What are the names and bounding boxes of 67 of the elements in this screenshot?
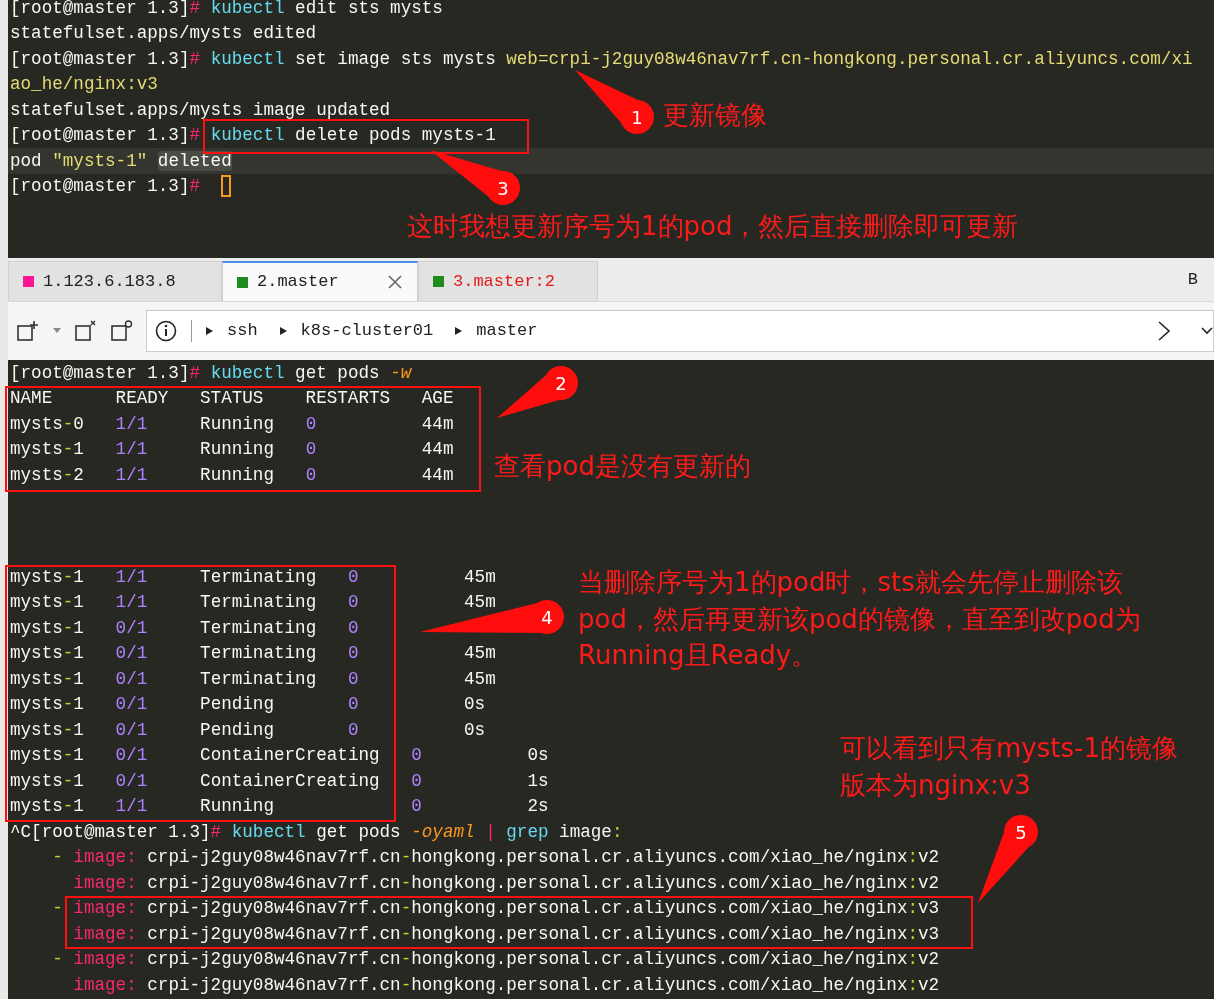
terminal-text: image: crpi-j2guy08w46nav7rf.cn-hongkong.personal.cr.aliyuncs.com/xiao_he/nginx:v2 [73, 848, 940, 867]
tab[interactable]: 3.master:2 [418, 261, 598, 301]
caret-icon[interactable] [52, 327, 62, 335]
terminal-text: image: crpi-j2guy08w46nav7rf.cn-hongkong.personal.cr.aliyuncs.com/xiao_he/nginx:v3 [73, 899, 940, 918]
chevron-right-icon[interactable] [1157, 320, 1171, 342]
terminal-text: kubectl delete pods mysts-1 [210, 126, 496, 145]
terminal-text: mysts-2 1/1 Running 0 44m [10, 465, 454, 484]
terminal-text: mysts-1 0/1 Terminating 0 [10, 618, 359, 637]
tab[interactable]: 1.123.6.183.8 [8, 261, 222, 301]
terminal-text: kubectl get pods -oyaml | grep image: [231, 822, 623, 841]
tab-bar-label: B [1187, 268, 1198, 291]
terminal-text: ao_he/nginx:v3 [10, 75, 158, 94]
terminal-text: image: crpi-j2guy08w46nav7rf.cn-hongkong.personal.cr.aliyuncs.com/xiao_he/nginx:v2 [73, 873, 940, 892]
terminal-text: mysts-0 1/1 Running 0 44m [10, 414, 454, 433]
callout-number: 4 [541, 606, 553, 628]
annotation-text: 更新镜像 [663, 99, 767, 132]
list-bullet: - [52, 899, 63, 918]
list-bullet: - [52, 950, 63, 969]
terminal-text: kubectl get pods -w [210, 363, 412, 382]
terminal-text: kubectl set image sts mysts web=crpi-j2guy08w46nav7rf.cn-hongkong.personal.cr.aliyuncs.com/xi [210, 49, 1193, 68]
callout-number: 1 [631, 106, 643, 128]
terminal-text: mysts-1 0/1 Pending 0 0s [10, 695, 486, 714]
breadcrumb-item[interactable]: k8s-cluster01 [300, 318, 442, 344]
terminal-text: image: crpi-j2guy08w46nav7rf.cn-hongkong.personal.cr.aliyuncs.com/xiao_he/nginx:v2 [73, 975, 940, 994]
shell-prompt: [root@master 1.3]# [10, 0, 201, 17]
shell-prompt: [root@master 1.3]# [10, 177, 201, 196]
duplicate-tab-icon[interactable] [74, 320, 98, 342]
chevron-down-icon[interactable] [1201, 327, 1213, 335]
callout-number: 5 [1015, 821, 1027, 843]
terminal-text: image: crpi-j2guy08w46nav7rf.cn-hongkong.personal.cr.aliyuncs.com/xiao_he/nginx:v3 [73, 924, 940, 943]
new-tab-icon[interactable] [16, 320, 40, 342]
terminal-text: image: crpi-j2guy08w46nav7rf.cn-hongkong.personal.cr.aliyuncs.com/xiao_he/nginx:v2 [73, 950, 940, 969]
terminal-text: mysts-1 1/1 Terminating 0 45m [10, 567, 496, 586]
terminal-text: kubectl edit sts mysts [210, 0, 443, 17]
breadcrumb-item[interactable]: ssh [227, 318, 266, 344]
terminal-text: mysts-1 1/1 Terminating 0 45m [10, 593, 496, 612]
annotation-text: 查看pod是没有更新的 [494, 450, 751, 483]
list-bullet: - [52, 848, 63, 867]
tab-settings-icon[interactable] [110, 320, 134, 342]
tab[interactable]: 2.master [222, 261, 418, 301]
breadcrumb-arrow-icon [206, 327, 213, 335]
terminal-text: mysts-1 0/1 Pending 0 0s [10, 720, 486, 739]
terminal-text: mysts-1 0/1 ContainerCreating 0 1s [10, 771, 549, 790]
breadcrumb-arrow-icon [455, 327, 463, 335]
shell-prompt: ^C[root@master 1.3]# [10, 822, 222, 841]
terminal-text: mysts-1 1/1 Running 0 2s [10, 797, 549, 816]
terminal-text: mysts-1 0/1 Terminating 0 45m [10, 644, 496, 663]
callout-number: 3 [497, 177, 509, 199]
breadcrumb-arrow-icon [279, 327, 287, 335]
terminal-text: NAME READY STATUS RESTARTS AGE [10, 389, 454, 408]
annotation-text: 当删除序号为1的pod时，sts就会先停止删除该pod，然后再更新该pod的镜像，直至到改pod为Running且Ready。 [578, 566, 1142, 672]
terminal-text: mysts-1 0/1 ContainerCreating 0 0s [10, 746, 549, 765]
terminal-text: statefulset.apps/mysts image updated [10, 100, 391, 119]
breadcrumb-item[interactable]: master [476, 318, 546, 344]
shell-prompt: [root@master 1.3]# [10, 126, 201, 145]
info-icon[interactable] [155, 320, 177, 342]
terminal-text: mysts-1 0/1 Terminating 0 45m [10, 669, 496, 688]
shell-prompt: [root@master 1.3]# [10, 363, 201, 382]
address-bar[interactable]: ssh k8s-cluster01 master [146, 310, 1214, 352]
terminal-text: pod "mysts-1" deleted [10, 151, 232, 170]
annotation-text: 这时我想更新序号为1的pod，然后直接删除即可更新 [407, 210, 1019, 243]
close-icon[interactable] [387, 274, 403, 290]
terminal-text: mysts-1 1/1 Running 0 44m [10, 440, 454, 459]
annotation-text: 可以看到只有mysts-1的镜像版本为nginx:v3 [840, 732, 1179, 802]
terminal-text: statefulset.apps/mysts edited [10, 24, 317, 43]
shell-prompt: [root@master 1.3]# [10, 49, 201, 68]
callout-number: 2 [555, 372, 567, 394]
